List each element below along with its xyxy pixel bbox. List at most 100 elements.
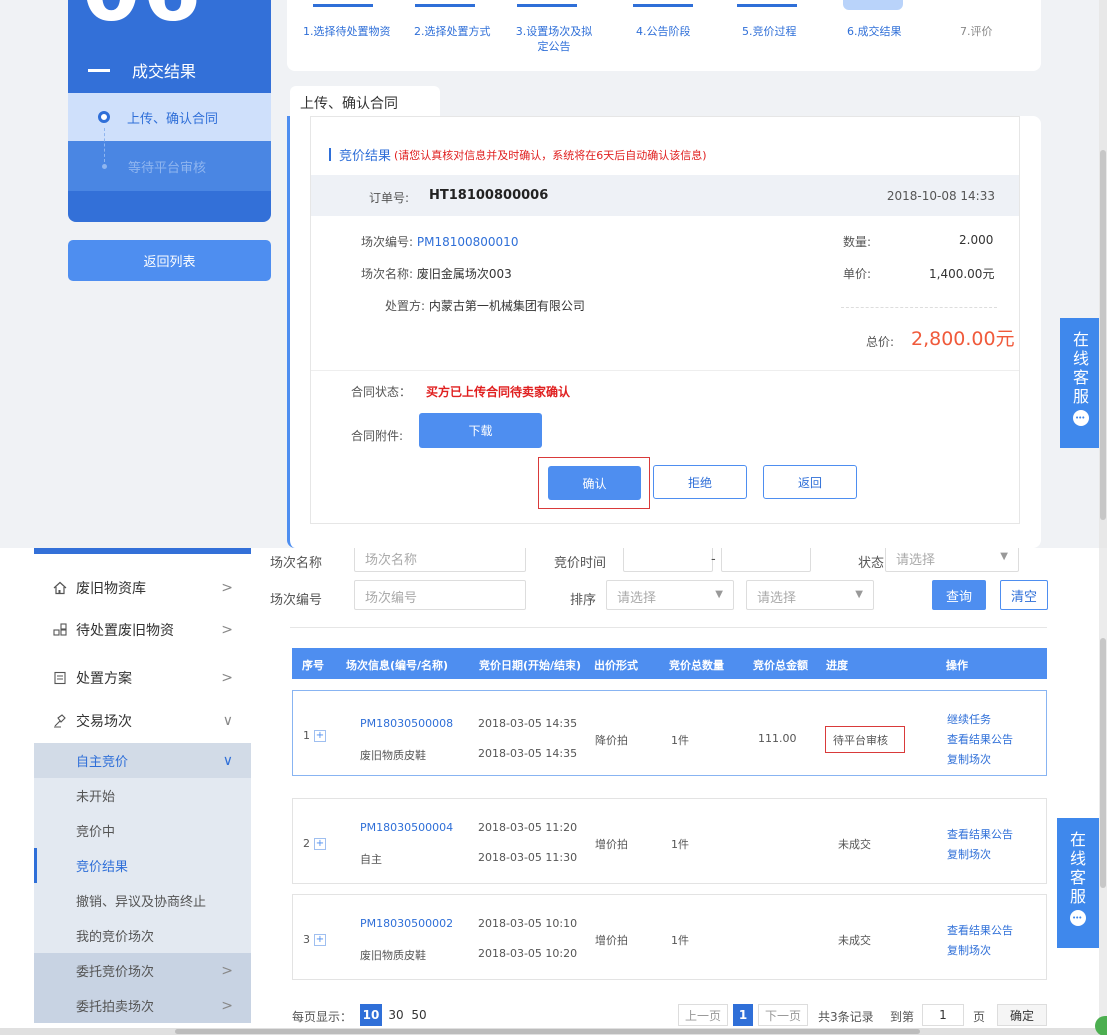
prev-page-button[interactable]: 上一页	[678, 1004, 728, 1026]
chat-bubble-icon	[1070, 910, 1086, 926]
bid-amount: 111.00	[758, 732, 797, 745]
step-6[interactable]: 6.成交结果	[847, 24, 902, 39]
session-number-link[interactable]: PM18100800010	[417, 235, 519, 249]
online-service-button[interactable]: 在线客服	[1060, 318, 1102, 448]
nav-pending-waste[interactable]: 待处置废旧物资 >	[34, 609, 251, 651]
step-indicator	[633, 4, 693, 7]
view-result-notice-link[interactable]: 查看结果公告	[947, 826, 1013, 842]
tab-upload-contract[interactable]: 上传、确认合同	[290, 86, 440, 118]
copy-session-link[interactable]: 复制场次	[947, 751, 991, 767]
unit-price-value: 1,400.00元	[929, 267, 995, 281]
goto-confirm-button[interactable]: 确定	[997, 1004, 1047, 1026]
download-button[interactable]: 下载	[419, 413, 542, 448]
col-actions: 操作	[946, 659, 968, 672]
sub-nav-self-bidding[interactable]: 自主竞价 ∨	[34, 743, 251, 778]
sort-select[interactable]: 请选择 ▼	[606, 580, 734, 610]
table-row[interactable]: 1 + PM18030500008 废旧物质皮鞋 2018-03-05 14:35…	[292, 690, 1047, 776]
row-index: 3 +	[303, 933, 326, 946]
page-size-30[interactable]: 30	[385, 1004, 407, 1026]
online-service-label: 在线客服	[1073, 330, 1090, 406]
copy-session-link[interactable]: 复制场次	[947, 942, 991, 958]
filter-no-input[interactable]: 场次编号	[354, 580, 526, 610]
nav-trading-sessions[interactable]: 交易场次 ∨	[34, 700, 251, 742]
bid-form: 增价拍	[595, 934, 628, 947]
expand-plus-icon[interactable]: +	[314, 729, 326, 742]
nav-waste-library[interactable]: 废旧物资库 >	[34, 567, 251, 609]
online-service-button[interactable]: 在线客服	[1057, 818, 1099, 948]
session-code-link[interactable]: PM18030500002	[360, 917, 453, 930]
step-indicator	[517, 4, 577, 7]
clear-button[interactable]: 清空	[1000, 580, 1048, 610]
bid-sessions-panel: 废旧物资库 > 待处置废旧物资 > 处置方案 > 交易场次 ∨ 自主竞价 ∨ 未开始 竞价…	[0, 548, 1107, 1035]
query-button[interactable]: 查询	[932, 580, 986, 610]
filter-status-label: 状态	[858, 556, 885, 571]
expand-plus-icon[interactable]: +	[314, 837, 326, 850]
step-indicator	[737, 4, 797, 7]
bid-form: 增价拍	[595, 838, 628, 851]
step-3[interactable]: 3.设置场次及拟定公告	[515, 24, 593, 54]
chevron-down-icon: ∨	[222, 713, 233, 729]
step-1[interactable]: 1.选择待处置物资	[303, 24, 391, 39]
order-label: 订单号:	[369, 191, 410, 205]
sub-step-upload-contract[interactable]: 上传、确认合同	[68, 93, 271, 141]
next-page-button[interactable]: 下一页	[758, 1004, 808, 1026]
total-price: 2,800.00元	[911, 328, 1015, 350]
table-header: 序号 场次信息(编号/名称) 竞价日期(开始/结束) 出价形式 竞价总数量 竞价…	[292, 648, 1047, 679]
back-to-list-button[interactable]: 返回列表	[68, 240, 271, 281]
filter-name-input[interactable]: 场次名称	[354, 548, 526, 572]
sub-nav-cancel-dispute[interactable]: 撤销、异议及协商终止	[34, 883, 251, 918]
session-code-link[interactable]: PM18030500004	[360, 821, 453, 834]
horizontal-scrollbar[interactable]	[0, 1028, 1100, 1035]
view-result-notice-link[interactable]: 查看结果公告	[947, 922, 1013, 938]
return-button[interactable]: 返回	[763, 465, 857, 499]
chevron-right-icon: >	[221, 670, 233, 686]
col-session-info: 场次信息(编号/名称)	[346, 659, 449, 672]
result-note: (请您认真核对信息并及时确认，系统将在6天后自动确认该信息)	[394, 148, 707, 162]
caret-down-icon: ▼	[855, 589, 863, 600]
bid-start: 2018-03-05 14:35	[478, 717, 578, 730]
sub-nav-bidding[interactable]: 竞价中	[34, 813, 251, 848]
sub-nav-bid-results[interactable]: 竞价结果	[34, 848, 251, 883]
sub-nav-not-started[interactable]: 未开始	[34, 778, 251, 813]
continue-task-link[interactable]: 继续任务	[947, 711, 991, 727]
page-unit: 页	[973, 1010, 986, 1024]
filter-status-select[interactable]: 请选择 ▼	[885, 548, 1019, 572]
copy-session-link[interactable]: 复制场次	[947, 846, 991, 862]
attachment-label: 合同附件:	[351, 429, 404, 443]
step-7[interactable]: 7.评价	[960, 24, 993, 39]
page-size-10[interactable]: 10	[360, 1004, 382, 1026]
view-result-notice-link[interactable]: 查看结果公告	[947, 731, 1013, 747]
sub-nav-entrusted-bidding[interactable]: 委托竞价场次 >	[34, 953, 251, 988]
sub-step-await-review[interactable]: 等待平台审核	[68, 141, 271, 191]
vertical-scrollbar[interactable]	[1099, 0, 1107, 548]
goto-page-input[interactable]: 1	[922, 1004, 964, 1026]
reject-button[interactable]: 拒绝	[653, 465, 747, 499]
col-total-amount: 竞价总金额	[753, 659, 808, 672]
step-4[interactable]: 4.公告阶段	[636, 24, 691, 39]
section-title: 成交结果	[88, 58, 196, 82]
vertical-scrollbar[interactable]	[1099, 548, 1107, 1035]
current-step-dot-icon	[98, 111, 110, 123]
progress-status: 未成交	[838, 838, 871, 851]
session-name: 废旧物质皮鞋	[360, 749, 426, 762]
divider	[311, 370, 1019, 371]
page-size-50[interactable]: 50	[408, 1004, 430, 1026]
step-2[interactable]: 2.选择处置方式	[414, 24, 491, 39]
floating-widget-icon[interactable]	[1095, 1016, 1107, 1035]
expand-plus-icon[interactable]: +	[314, 933, 326, 946]
sub-nav-my-sessions[interactable]: 我的竞价场次	[34, 918, 251, 953]
step-connector	[104, 128, 105, 162]
table-row[interactable]: 2 + PM18030500004 自主 2018-03-05 11:20 201…	[292, 798, 1047, 884]
confirm-button[interactable]: 确认	[548, 466, 641, 500]
step-5[interactable]: 5.竞价过程	[742, 24, 797, 39]
current-page[interactable]: 1	[733, 1004, 753, 1026]
bid-form: 降价拍	[595, 734, 628, 747]
filter-time-label: 竞价时间	[554, 556, 607, 571]
nav-disposal-plan[interactable]: 处置方案 >	[34, 657, 251, 699]
filter-time-end[interactable]	[721, 548, 811, 572]
table-row[interactable]: 3 + PM18030500002 废旧物质皮鞋 2018-03-05 10:10…	[292, 894, 1047, 980]
filter-time-start[interactable]	[623, 548, 713, 572]
sort-order-select[interactable]: 请选择 ▼	[746, 580, 874, 610]
session-code-link[interactable]: PM18030500008	[360, 717, 453, 730]
sub-nav-entrusted-auction[interactable]: 委托拍卖场次 >	[34, 988, 251, 1023]
